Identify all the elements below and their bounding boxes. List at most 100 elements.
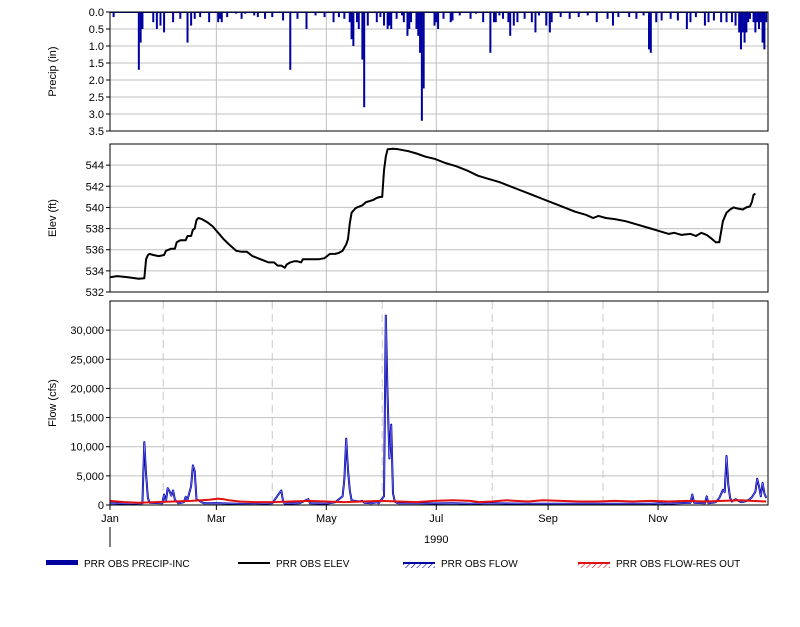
x-tick-label: Nov bbox=[648, 513, 668, 525]
precip-bar bbox=[648, 12, 651, 50]
elev-y-tick-label: 532 bbox=[86, 287, 104, 299]
precip-bar bbox=[264, 12, 267, 19]
precip-bar bbox=[492, 12, 495, 23]
precip-bar bbox=[523, 12, 526, 19]
precip-bar bbox=[442, 12, 445, 19]
precip-bar bbox=[217, 12, 220, 23]
precip-bar bbox=[568, 12, 571, 19]
chart: 0.0 0.5 1.0 1.5 2.0 2.5 3.0 3.5 Precip (in) 532 53… bbox=[46, 7, 769, 570]
precip-bar bbox=[689, 12, 692, 23]
precip-bar bbox=[296, 12, 299, 19]
precip-bar bbox=[763, 12, 766, 50]
elev-y-axis-label: Elev (ft) bbox=[47, 199, 59, 237]
precip-bar bbox=[395, 12, 398, 19]
precip-bar bbox=[417, 12, 420, 36]
precip-y-tick-label: 1.5 bbox=[89, 58, 104, 70]
precip-bar bbox=[765, 12, 768, 23]
precip-bar bbox=[451, 12, 454, 21]
precip-bar bbox=[734, 12, 737, 26]
precip-bar bbox=[743, 12, 746, 43]
precip-bar bbox=[507, 12, 510, 23]
legend-item: PRR OBS FLOW-RES OUT bbox=[578, 559, 740, 570]
x-tick-label: Mar bbox=[207, 513, 226, 525]
precip-bar bbox=[402, 12, 405, 23]
precip-bar bbox=[752, 12, 755, 23]
elev-y-tick-label: 544 bbox=[86, 160, 104, 172]
precip-bar bbox=[282, 12, 285, 21]
precip-bar bbox=[469, 12, 472, 19]
precip-bar bbox=[512, 12, 515, 26]
precip-bar bbox=[635, 12, 638, 19]
precip-bar bbox=[611, 12, 614, 26]
flow-plot-frame bbox=[109, 300, 769, 506]
legend-item: PRR OBS PRECIP-INC bbox=[46, 559, 190, 570]
precip-bar bbox=[419, 12, 422, 53]
precip-bar bbox=[163, 12, 166, 33]
precip-y-tick-label: 1.0 bbox=[89, 41, 104, 53]
precip-bar bbox=[655, 12, 658, 23]
elev-y-tick-label: 542 bbox=[86, 181, 104, 193]
precip-bar bbox=[761, 12, 764, 43]
precip-bar bbox=[660, 12, 663, 21]
precip-bar bbox=[406, 12, 409, 36]
precip-bar bbox=[548, 12, 551, 33]
precip-bar bbox=[501, 12, 504, 19]
precip-bar bbox=[669, 12, 672, 19]
precip-bar bbox=[350, 12, 353, 40]
precip-bar bbox=[741, 12, 744, 33]
precip-bar bbox=[435, 12, 438, 23]
precip-bar bbox=[172, 12, 175, 23]
precip-series bbox=[110, 12, 768, 121]
x-tick-label: Sep bbox=[538, 513, 558, 525]
precip-bar bbox=[141, 12, 144, 29]
precip-bar bbox=[240, 12, 243, 19]
precip-bar bbox=[386, 12, 389, 29]
series-line bbox=[110, 147, 756, 280]
flow-y-tick-label: 30,000 bbox=[70, 325, 104, 337]
precip-bar bbox=[747, 12, 750, 23]
precip-bar bbox=[449, 12, 452, 23]
precip-bar bbox=[408, 12, 411, 29]
precip-bar bbox=[550, 12, 553, 23]
precip-bar bbox=[186, 12, 189, 43]
flow-y-tick-label: 5,000 bbox=[76, 471, 104, 483]
precip-bar bbox=[756, 12, 759, 23]
x-tick-label: Jan bbox=[101, 513, 119, 525]
precip-bar bbox=[754, 12, 757, 33]
precip-bar bbox=[139, 12, 142, 43]
precip-bar bbox=[739, 12, 742, 50]
precip-bar bbox=[534, 12, 537, 33]
precip-bar bbox=[375, 12, 378, 23]
precip-bar bbox=[137, 12, 140, 70]
precip-plot-frame bbox=[109, 11, 769, 132]
precip-bar bbox=[415, 12, 418, 29]
legend-item: PRR OBS FLOW bbox=[403, 559, 518, 570]
precip-bar bbox=[332, 12, 335, 23]
precip-bar bbox=[738, 12, 741, 33]
precip-bar bbox=[712, 12, 715, 21]
precip-bar bbox=[355, 12, 358, 23]
precip-y-tick-label: 2.5 bbox=[89, 92, 104, 104]
precip-bar bbox=[606, 12, 609, 19]
legend-item: PRR OBS ELEV bbox=[238, 559, 350, 570]
elev-plot-frame bbox=[109, 143, 769, 293]
precip-bar bbox=[179, 12, 182, 19]
precip-gridlines bbox=[109, 11, 768, 132]
precip-y-tick-label: 3.0 bbox=[89, 109, 104, 121]
precip-y-tick-label: 2.0 bbox=[89, 75, 104, 87]
legend-label: PRR OBS FLOW-RES OUT bbox=[616, 559, 740, 570]
precip-bar bbox=[152, 12, 155, 23]
precip-bar bbox=[390, 12, 393, 29]
precip-bar bbox=[516, 12, 519, 23]
precip-bar bbox=[410, 12, 413, 23]
precip-bar bbox=[420, 12, 423, 121]
precip-bar bbox=[433, 12, 436, 26]
precip-bar bbox=[748, 12, 751, 19]
precip-y-axis-label: Precip (in) bbox=[47, 46, 59, 96]
precip-bar bbox=[745, 12, 748, 33]
precip-bar bbox=[720, 12, 723, 23]
precip-bar bbox=[218, 12, 221, 19]
precip-bar bbox=[482, 12, 485, 23]
precip-bar bbox=[352, 12, 355, 46]
precip-bar bbox=[190, 12, 193, 26]
